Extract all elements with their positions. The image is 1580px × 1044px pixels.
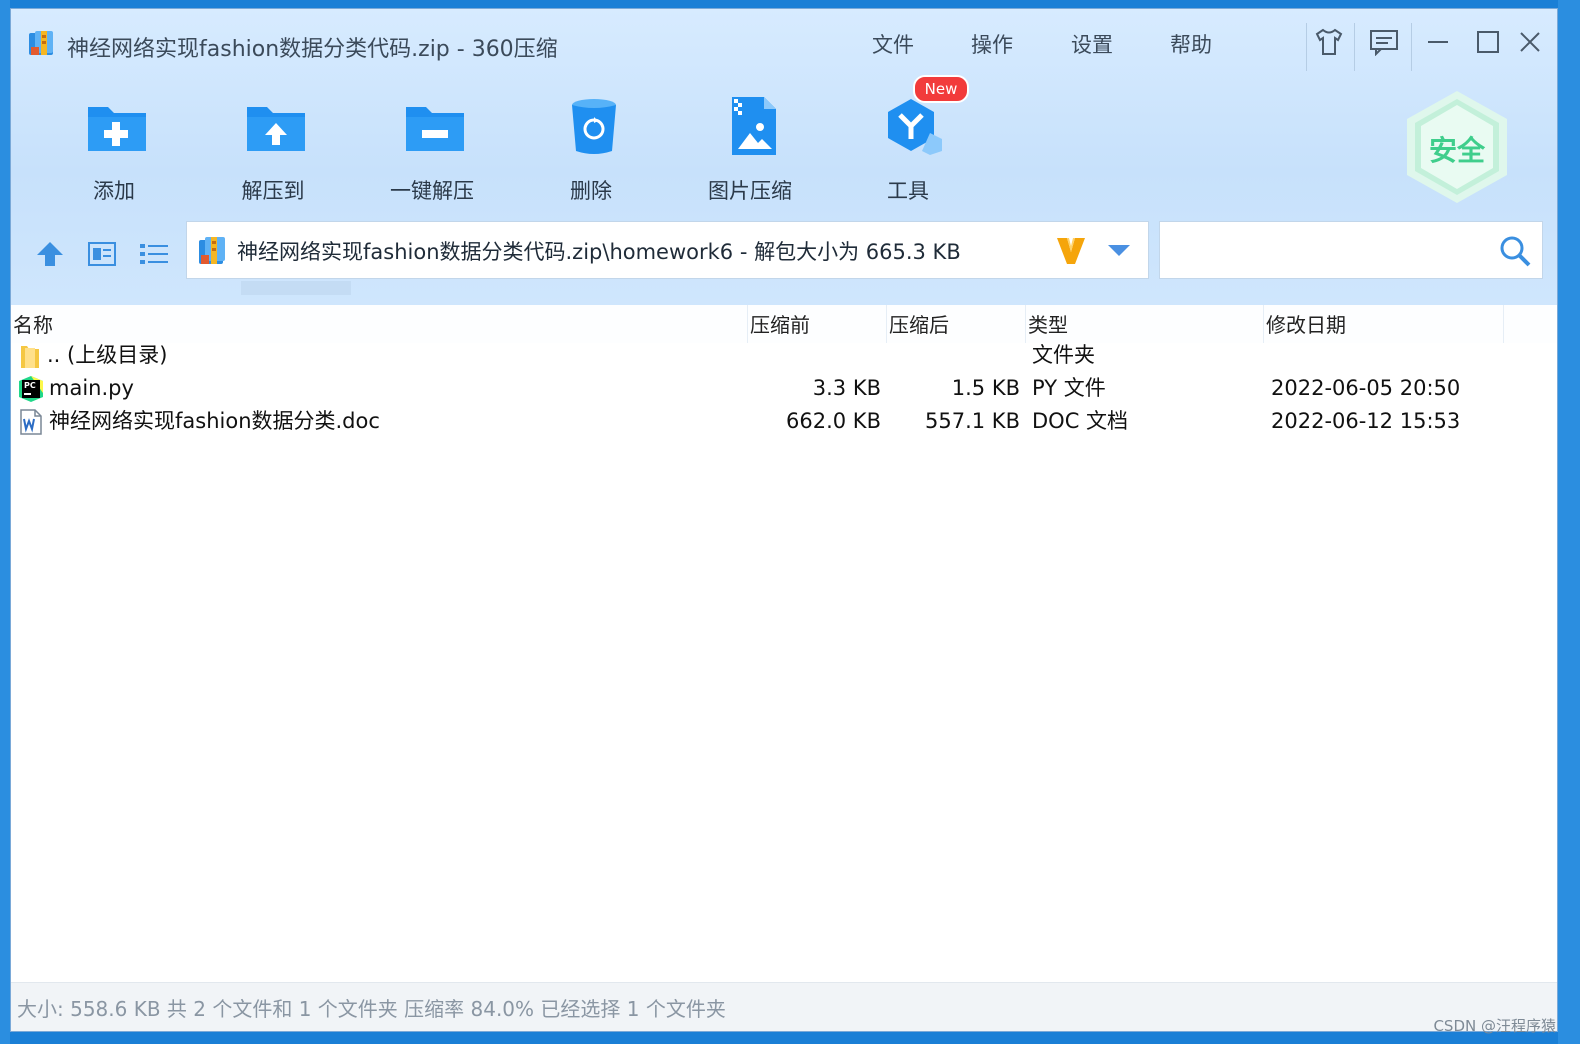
search-input[interactable] (1159, 221, 1543, 279)
column-name[interactable]: 名称 (11, 305, 748, 343)
tools-label: 工具 (887, 179, 929, 203)
desktop-left-edge (0, 0, 10, 1044)
file-row[interactable]: 神经网络实现fashion数据分类.doc 662.0 KB 557.1 KB … (11, 405, 1557, 438)
vip-v-icon[interactable] (1053, 232, 1089, 268)
menu-help[interactable]: 帮助 (1170, 29, 1212, 59)
image-compress-icon (732, 97, 776, 155)
add-button[interactable]: 添加 (49, 87, 179, 209)
status-text: 大小: 558.6 KB 共 2 个文件和 1 个文件夹 压缩率 84.0% 已… (17, 997, 726, 1021)
menu-file[interactable]: 文件 (872, 29, 914, 59)
folder-extract-icon (247, 107, 305, 151)
one-click-extract-label: 一键解压 (390, 179, 474, 203)
column-size-before[interactable]: 压缩前 (748, 305, 887, 343)
folder-add-icon (88, 107, 146, 151)
tshirt-icon (1315, 28, 1343, 55)
folder-oneclick-extract-icon (406, 107, 464, 151)
close-icon (1520, 32, 1540, 52)
column-modified[interactable]: 修改日期 (1264, 305, 1504, 343)
scroll-indicator (241, 281, 351, 295)
file-size-after: 557.1 KB (925, 409, 1020, 433)
new-badge: New (913, 75, 969, 103)
folder-icon (21, 346, 39, 368)
delete-button[interactable]: 删除 (526, 87, 656, 209)
title-separator (1354, 23, 1355, 71)
close-button[interactable] (1511, 25, 1549, 59)
file-type: PY 文件 (1032, 376, 1106, 400)
file-size-before: 3.3 KB (812, 376, 881, 400)
word-doc-icon (20, 409, 42, 435)
delete-label: 删除 (570, 179, 612, 203)
list-view-icon (140, 244, 168, 264)
file-name: main.py (49, 376, 134, 400)
file-name: 神经网络实现fashion数据分类.doc (49, 409, 380, 433)
up-directory-button[interactable] (33, 237, 67, 271)
thumbnail-view-button[interactable] (85, 237, 119, 271)
file-row[interactable]: PC main.py 3.3 KB 1.5 KB PY 文件 2022-06-0… (11, 372, 1557, 405)
svg-text:PC: PC (24, 381, 36, 390)
address-path: 神经网络实现fashion数据分类代码.zip\homework6 - 解包大小… (237, 240, 961, 264)
extract-to-label: 解压到 (241, 179, 305, 203)
minimize-button[interactable] (1419, 25, 1457, 59)
one-click-extract-button[interactable]: 一键解压 (367, 87, 497, 209)
security-status-badge[interactable]: 安全 (1403, 89, 1511, 205)
search-icon[interactable] (1498, 234, 1532, 268)
column-type[interactable]: 类型 (1026, 305, 1264, 343)
extract-to-button[interactable]: 解压到 (208, 87, 338, 209)
menu-settings[interactable]: 设置 (1071, 29, 1113, 59)
file-size-after: 1.5 KB (951, 376, 1020, 400)
maximize-button[interactable] (1469, 25, 1507, 59)
message-icon (1370, 30, 1398, 56)
minimize-icon (1428, 41, 1448, 43)
status-bar: 大小: 558.6 KB 共 2 个文件和 1 个文件夹 压缩率 84.0% 已… (11, 982, 1557, 1031)
file-type: 文件夹 (1032, 343, 1095, 367)
image-compress-button[interactable]: 图片压缩 (685, 87, 815, 209)
file-row-parent[interactable]: .. (上级目录) 文件夹 (11, 339, 1557, 372)
skin-button[interactable] (1310, 25, 1348, 59)
window-header: 神经网络实现fashion数据分类代码.zip - 360压缩 文件 操作 设置… (11, 9, 1557, 305)
watermark: CSDN @汪程序猿 (1433, 1017, 1556, 1035)
column-size-after[interactable]: 压缩后 (887, 305, 1026, 343)
title-separator (1306, 23, 1307, 71)
zip-archive-icon (29, 31, 53, 55)
title-separator (1411, 23, 1412, 71)
file-modified: 2022-06-05 20:50 (1271, 376, 1461, 400)
zip-archive-icon (199, 237, 225, 264)
chevron-down-icon[interactable] (1105, 238, 1133, 262)
arrow-up-icon (37, 242, 63, 266)
add-label: 添加 (93, 179, 135, 203)
menu-operation[interactable]: 操作 (971, 29, 1013, 59)
trash-icon (572, 99, 616, 154)
file-modified: 2022-06-12 15:53 (1271, 409, 1461, 433)
thumbnail-view-icon (88, 242, 116, 266)
window-title: 神经网络实现fashion数据分类代码.zip - 360压缩 (67, 37, 558, 62)
image-compress-label: 图片压缩 (708, 179, 792, 203)
file-type: DOC 文档 (1032, 409, 1129, 433)
file-size-before: 662.0 KB (786, 409, 881, 433)
security-label: 安全 (1428, 134, 1485, 167)
maximize-icon (1477, 31, 1499, 53)
address-bar[interactable]: 神经网络实现fashion数据分类代码.zip\homework6 - 解包大小… (186, 221, 1149, 279)
list-view-button[interactable] (137, 237, 171, 271)
tools-button[interactable]: 工具 (843, 87, 973, 209)
feedback-button[interactable] (1365, 25, 1403, 59)
archive-window: 神经网络实现fashion数据分类代码.zip - 360压缩 文件 操作 设置… (10, 8, 1558, 1032)
desktop-right-edge (1558, 0, 1580, 1044)
pycharm-file-icon: PC (19, 376, 43, 402)
file-list-header: 名称 压缩前 压缩后 类型 修改日期 (11, 305, 1557, 343)
file-name: .. (上级目录) (47, 343, 168, 367)
